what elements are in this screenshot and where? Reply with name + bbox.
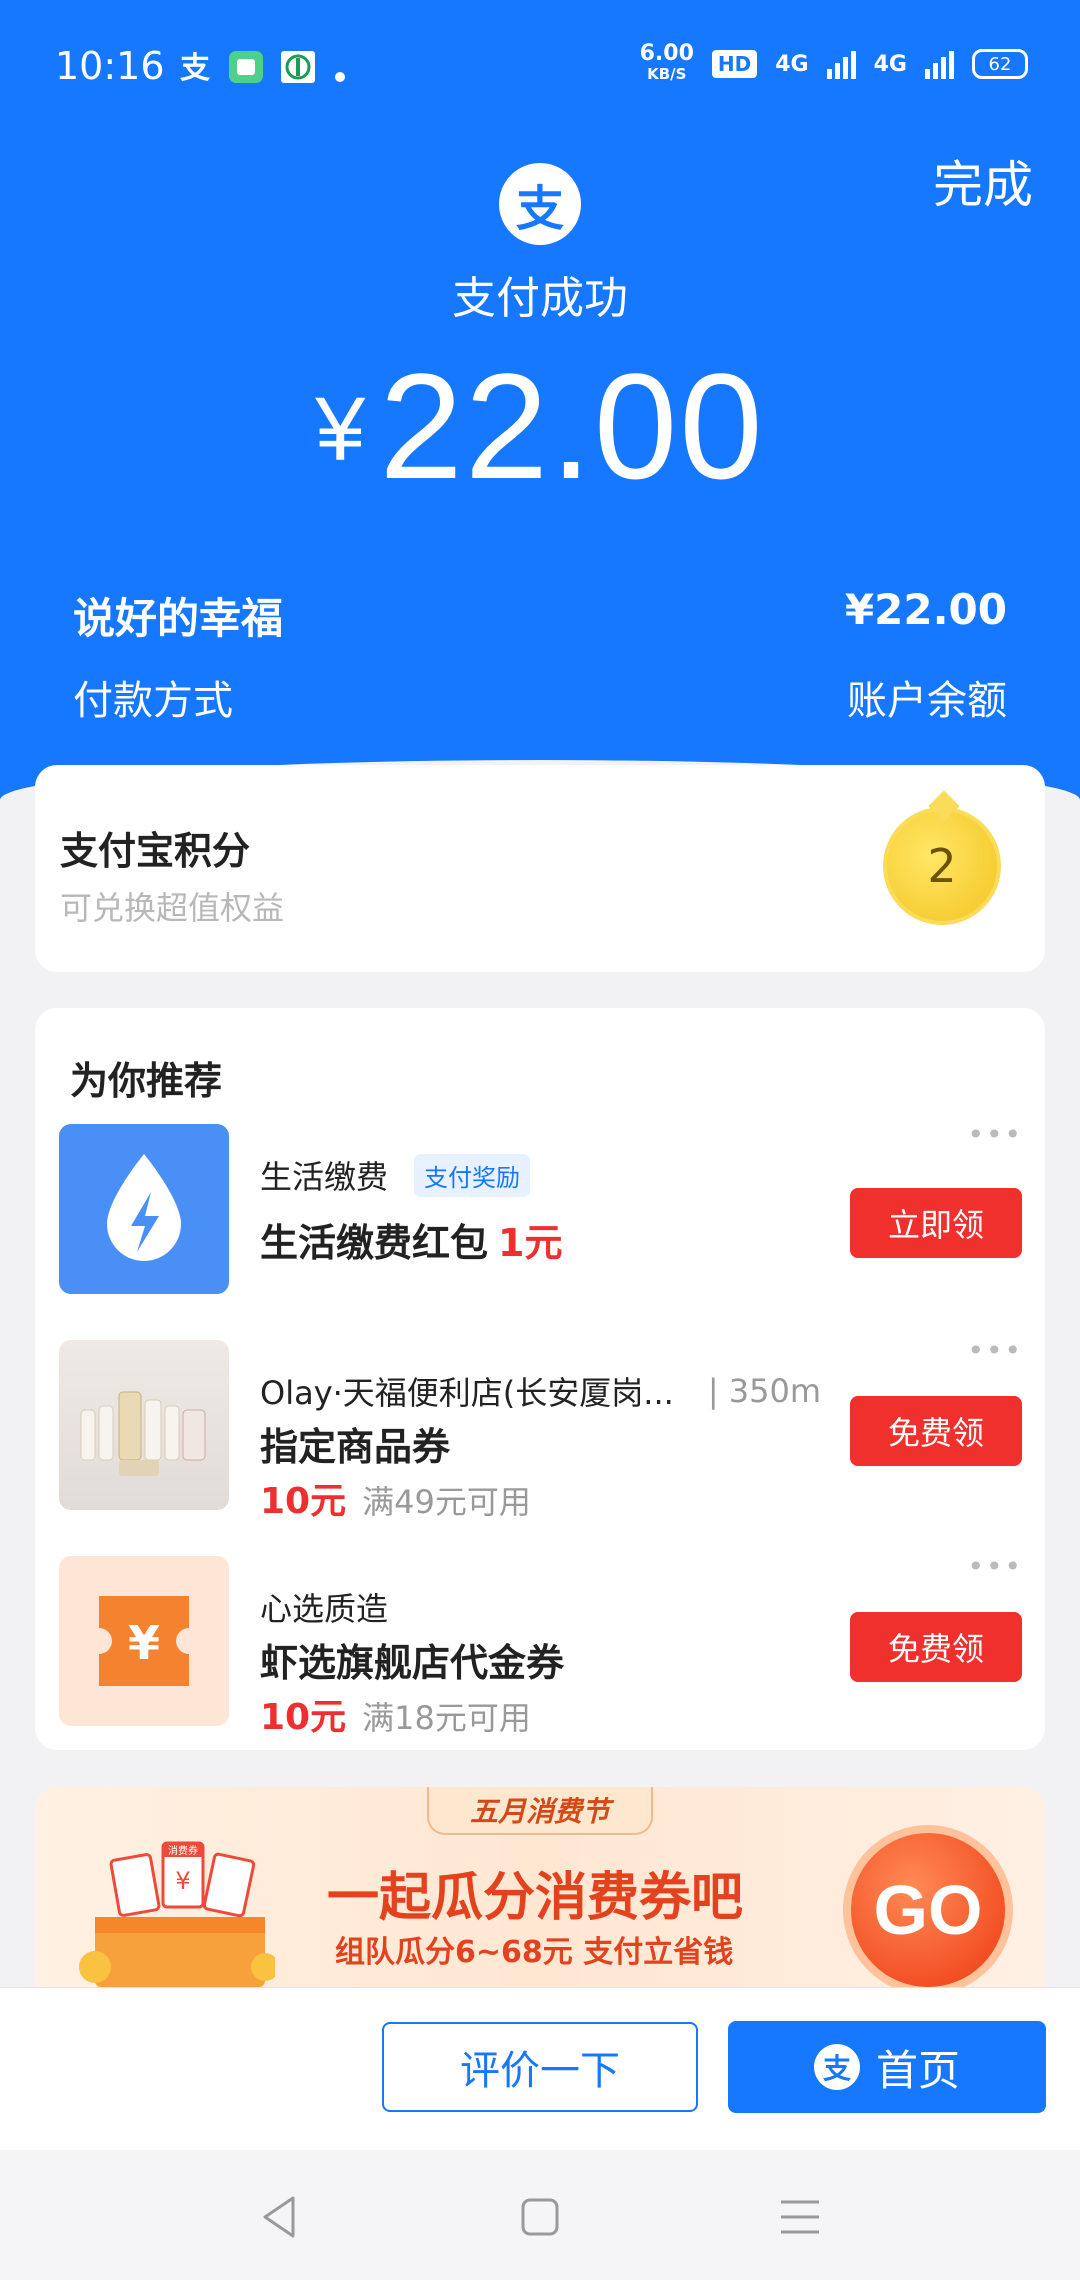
coupon-value: 10元 (260, 1481, 347, 1522)
banner-title: 一起瓜分消费券吧 (327, 1868, 744, 1928)
rate-button[interactable]: 评价一下 (382, 2022, 698, 2112)
recommend-title: 为你推荐 (70, 1059, 223, 1103)
dot-icon (335, 72, 345, 82)
banner-tag: 五月消费节 (427, 1787, 653, 1835)
network-speed: 6.00 KB/S (639, 41, 694, 84)
points-title: 支付宝积分 (60, 829, 251, 873)
merchant-name: 说好的幸福 (73, 594, 284, 643)
svg-text:支: 支 (180, 51, 210, 84)
alipay-home-icon: 支 (813, 2044, 860, 2090)
payment-method-value: 账户余额 (847, 678, 1007, 724)
payment-method-label: 付款方式 (73, 678, 233, 724)
points-subtitle: 可兑换超值权益 (60, 889, 285, 927)
points-medal-icon: 2 (883, 807, 1001, 925)
bottom-action-bar: 评价一下 支 首页 (0, 1987, 1080, 2150)
utility-thumb (59, 1124, 229, 1294)
brand-name: 心选质造 (260, 1590, 389, 1628)
more-options-icon[interactable]: ••• (967, 1334, 1023, 1367)
voucher-thumb: ¥ (59, 1556, 229, 1726)
payment-amount: ¥22.00 (0, 340, 1080, 513)
points-value: 2 (927, 839, 957, 893)
status-time: 10:16 (55, 44, 165, 88)
signal-icon-2 (925, 49, 954, 79)
more-options-icon[interactable]: ••• (967, 1550, 1023, 1583)
item-condition-row: 10元 满18元可用 (260, 1688, 531, 1740)
voucher-yen: ¥ (128, 1616, 160, 1670)
list-item[interactable]: ••• Olay·天福便利店(长安厦岗... | 350m 指定商品券 10元满… (35, 1334, 1045, 1522)
free-claim-button[interactable]: 免费领 (850, 1396, 1022, 1466)
item-title-row: 生活缴费红包 1元 (260, 1212, 562, 1267)
status-bar: 10:16 支 6.00 KB/S HD 4G 4G 62 (0, 0, 1080, 130)
currency-symbol: ¥ (315, 380, 366, 480)
home-nav-icon[interactable] (515, 2192, 565, 2242)
claim-button[interactable]: 立即领 (850, 1188, 1022, 1258)
system-nav-bar (0, 2150, 1080, 2280)
home-button-label: 首页 (875, 2045, 960, 2095)
item-title: 指定商品券 (260, 1425, 451, 1469)
bank-status-icon (281, 51, 315, 83)
item-title: 生活缴费红包 (260, 1221, 489, 1265)
net-speed-value: 6.00 (639, 41, 694, 66)
item-highlight: 1元 (498, 1221, 563, 1265)
done-button[interactable]: 完成 (933, 145, 1033, 217)
item-subtitle-row: 生活缴费 支付奖励 (260, 1152, 531, 1198)
store-name: Olay·天福便利店(长安厦岗... (260, 1374, 674, 1412)
recommend-card: 为你推荐 ••• 生活缴费 支付奖励 生活缴费红包 1元 立即领 ••• Ola… (35, 1008, 1045, 1750)
coupon-value: 10元 (260, 1697, 347, 1738)
coupon-condition: 满49元可用 (362, 1483, 531, 1521)
payment-method-row: 付款方式 账户余额 (73, 668, 1007, 726)
alipay-logo-icon: 支 (499, 163, 581, 245)
app-status-icon (229, 51, 263, 83)
voucher-icon: ¥ (99, 1596, 189, 1686)
lightning-drop-icon (107, 1154, 181, 1261)
merchant-row: 说好的幸福 ¥22.00 (73, 585, 1007, 646)
list-item[interactable]: ••• 生活缴费 支付奖励 生活缴费红包 1元 立即领 (35, 1118, 1045, 1299)
product-thumb (59, 1340, 229, 1510)
battery-icon: 62 (972, 49, 1028, 79)
signal-icon (826, 49, 856, 79)
more-options-icon[interactable]: ••• (967, 1118, 1023, 1151)
banner-subtitle: 组队瓜分6~68元 支付立省钱 (335, 1935, 734, 1970)
gift-box-icon: 消费券 ¥ (79, 1841, 275, 1987)
svg-text:¥: ¥ (175, 1867, 190, 1895)
hd-icon: HD (711, 50, 758, 78)
coupon-condition: 满18元可用 (362, 1699, 531, 1737)
free-claim-button[interactable]: 免费领 (850, 1612, 1022, 1682)
item-subtitle-row: 心选质造 (260, 1584, 388, 1630)
item-title: 虾选旗舰店代金券 (260, 1641, 565, 1685)
promo-banner[interactable]: 五月消费节 消费券 ¥ 一起瓜分消费券吧 组队瓜分6~68元 支付立省钱 GO (35, 1787, 1045, 1987)
store-distance: | 350m (707, 1372, 822, 1410)
home-button[interactable]: 支 首页 (728, 2021, 1046, 2113)
menu-nav-icon[interactable] (775, 2192, 825, 2242)
item-subtitle: 生活缴费 (260, 1158, 389, 1196)
signal-4g-label-2: 4G (873, 51, 907, 77)
item-condition-row: 10元 满49元可用 (260, 1472, 531, 1524)
net-speed-unit: KB/S (647, 65, 687, 83)
back-nav-icon[interactable] (255, 2192, 305, 2242)
merchant-amount: ¥22.00 (844, 585, 1007, 634)
go-button[interactable]: GO (843, 1825, 1013, 1987)
amount-value: 22.00 (379, 342, 765, 510)
alipay-status-icon: 支 (180, 51, 210, 84)
reward-tag: 支付奖励 (414, 1153, 531, 1197)
list-item[interactable]: ¥ ••• 心选质造 虾选旗舰店代金券 10元 满18元可用 免费领 (35, 1550, 1045, 1738)
signal-4g-label-1: 4G (775, 51, 809, 77)
item-subtitle-row: Olay·天福便利店(长安厦岗... | 350m (260, 1368, 821, 1414)
product-image (80, 1391, 206, 1476)
points-card[interactable]: 支付宝积分 可兑换超值权益 2 (35, 765, 1045, 972)
payment-success-title: 支付成功 (452, 273, 628, 324)
gift-label: 消费券 (168, 1844, 198, 1857)
